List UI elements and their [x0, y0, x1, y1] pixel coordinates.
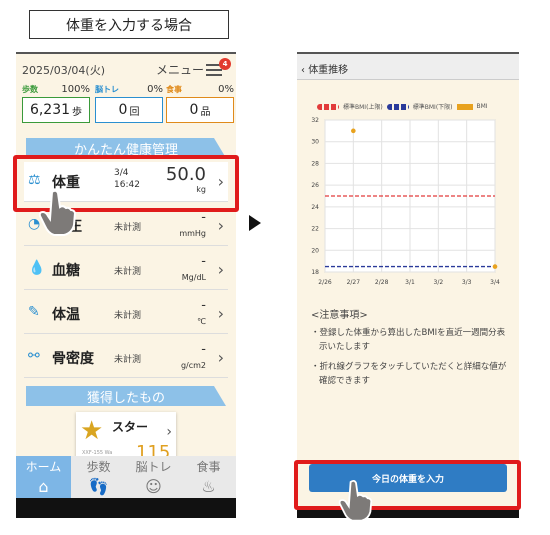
rice-bowl-icon: ♨: [201, 477, 216, 496]
legend-upper: 標準BMI(上限): [343, 104, 383, 111]
x-tick-label: 3/2: [434, 279, 444, 286]
bmi-point: [492, 264, 498, 269]
stat-label: 食事: [166, 85, 182, 94]
steps-stat[interactable]: 歩数 100% 6,231 歩: [22, 84, 90, 124]
row-unit: g/cm2: [180, 361, 206, 370]
row-status: 未計測: [114, 267, 142, 277]
stat-box: 6,231 歩: [22, 97, 90, 123]
y-tick-label: 24: [311, 204, 319, 211]
y-tick-label: 30: [311, 139, 319, 146]
reward-name: スター: [112, 420, 149, 434]
brain-training-stat[interactable]: 脳トレ 0% 0回: [95, 84, 163, 124]
screen-header: ‹ 体重推移: [297, 54, 519, 80]
row-status: 未計測: [114, 311, 142, 321]
meal-stat[interactable]: 食事 0% 0品: [166, 84, 234, 124]
current-date: 2025/03/04(火): [22, 64, 105, 77]
notification-badge: 4: [219, 58, 231, 70]
bmi-chart-svg[interactable]: 2/26 2/27 2/28 3/1 3/2 3/3 3/4 18 20 22 24 26 28 30 32: [297, 114, 519, 304]
row-unit: Mg/dL: [181, 273, 206, 282]
note-2: ・折れ線グラフをタッチしていただくと詳細な値が確認できます: [311, 362, 507, 386]
back-icon[interactable]: ‹: [301, 65, 305, 76]
row-value: -: [201, 254, 206, 269]
row-label: 体温: [52, 307, 80, 323]
legend-swatch-upper: [317, 103, 339, 110]
y-tick-label: 26: [311, 182, 319, 189]
row-value: -: [201, 298, 206, 313]
tap-hand-icon: [38, 189, 77, 236]
stat-box: 0品: [166, 97, 234, 123]
y-tick-label: 20: [311, 247, 319, 254]
x-tick-label: 3/4: [490, 279, 500, 286]
reward-card[interactable]: ★ スター XXF-155 Wa 115 ›: [76, 412, 176, 463]
bmi-point: [351, 128, 356, 134]
stat-label: 歩数: [22, 85, 38, 94]
chevron-right-icon: ›: [217, 260, 224, 279]
blood-sugar-row[interactable]: 💧 血糖 未計測 - Mg/dL ›: [24, 250, 228, 290]
tab-meal[interactable]: 食事 ♨: [181, 456, 236, 498]
row-label: 骨密度: [52, 351, 94, 367]
stat-percent: 0%: [147, 84, 163, 95]
bone-icon: ⚯: [28, 348, 40, 364]
row-label: 血糖: [52, 263, 80, 279]
legend-lower: 標準BMI(下限): [412, 104, 453, 111]
caption-text: 体重を入力する場合: [66, 17, 192, 34]
arrow-right-icon: [249, 215, 261, 231]
chevron-right-icon: ›: [166, 424, 172, 440]
x-tick-label: 3/3: [462, 279, 472, 286]
x-tick-label: 2/27: [347, 279, 361, 286]
stat-percent: 0%: [218, 84, 234, 95]
x-tick-label: 2/26: [318, 279, 332, 286]
bottom-tab-bar: ホーム ⌂ 歩数 👣 脳トレ ☺ 食事 ♨: [16, 456, 236, 498]
bone-density-row[interactable]: ⚯ 骨密度 未計測 - g/cm2 ›: [24, 338, 228, 378]
legend-swatch-lower: [386, 103, 409, 110]
chevron-right-icon: ›: [217, 348, 224, 367]
row-status: 未計測: [114, 355, 142, 365]
caption-box: 体重を入力する場合: [29, 10, 229, 39]
stat-box: 0回: [95, 97, 163, 123]
tab-steps[interactable]: 歩数 👣: [71, 456, 126, 498]
y-tick-label: 32: [311, 117, 319, 124]
bmi-chart[interactable]: 2/26 2/27 2/28 3/1 3/2 3/3 3/4 18 20 22 24 26 28 30 32: [297, 114, 519, 304]
system-nav-bar: [16, 498, 236, 518]
legend-bmi: BMI: [476, 103, 488, 110]
tap-hand-icon: [338, 479, 373, 522]
chart-legend: 標準BMI(上限) 標準BMI(下限) BMI: [317, 102, 488, 111]
row-unit: mmHg: [179, 229, 206, 238]
footprint-icon: 👣: [88, 477, 109, 496]
blood-drop-icon: 💧: [28, 260, 46, 276]
stat-label: 脳トレ: [95, 85, 119, 94]
thermometer-icon: ✎: [28, 304, 40, 320]
temperature-row[interactable]: ✎ 体温 未計測 - ℃ ›: [24, 294, 228, 334]
home-icon: ⌂: [38, 477, 49, 496]
brain-icon: ☺: [145, 477, 162, 496]
y-tick-label: 18: [311, 269, 319, 276]
notes-title: <注意事項>: [311, 310, 368, 321]
tab-brain[interactable]: 脳トレ ☺: [126, 456, 181, 498]
home-screen: 2025/03/04(火) メニュー 4 歩数 100% 6,231 歩 脳トレ …: [16, 52, 236, 518]
row-value: -: [201, 210, 206, 225]
chevron-right-icon: ›: [217, 216, 224, 235]
row-unit: ℃: [197, 317, 206, 326]
row-value: -: [201, 342, 206, 357]
screen-title: 体重推移: [308, 65, 349, 76]
rewards-section-header: 獲得したもの: [26, 386, 226, 406]
note-1: ・登録した体重から算出したBMIを直近一週間分表示いたします: [311, 328, 506, 352]
highlight-frame-button: [294, 460, 521, 510]
weight-trend-screen: ‹ 体重推移 標準BMI(上限) 標準BMI(下限) BMI 2/26 2/27 2…: [297, 52, 519, 518]
x-tick-label: 2/28: [375, 279, 389, 286]
legend-swatch-bmi: [456, 103, 473, 110]
y-tick-label: 22: [311, 226, 319, 233]
stat-percent: 100%: [61, 84, 90, 95]
y-tick-label: 28: [311, 160, 319, 167]
tab-home[interactable]: ホーム ⌂: [16, 456, 71, 498]
star-icon: ★: [80, 416, 104, 446]
menu-label[interactable]: メニュー: [156, 61, 204, 78]
row-status: 未計測: [114, 223, 142, 233]
chevron-right-icon: ›: [217, 304, 224, 323]
x-tick-label: 3/1: [405, 279, 415, 286]
